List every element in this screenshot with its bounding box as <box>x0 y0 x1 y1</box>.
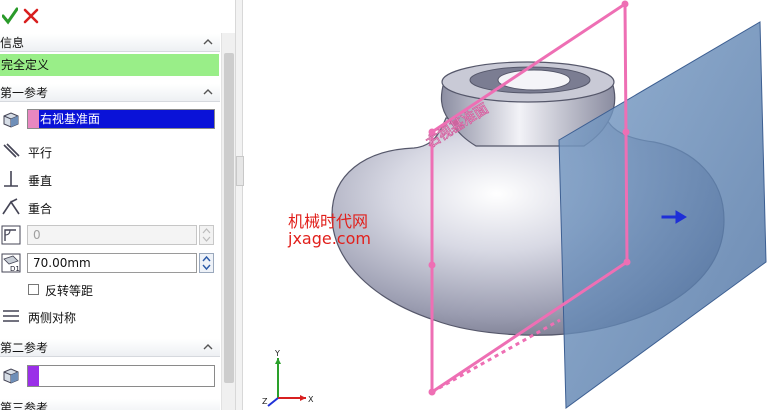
plane-handle <box>621 0 629 8</box>
offset-distance-icon[interactable]: D1 <box>1 253 21 273</box>
parallel-icon[interactable] <box>1 141 21 161</box>
ref3-section-title: 第三参考 <box>0 401 49 410</box>
plane-handle <box>623 258 631 266</box>
plane-handle <box>428 261 436 269</box>
plane-handle <box>428 388 436 396</box>
plane-cube-icon <box>3 112 19 128</box>
parallel-label: 平行 <box>28 146 53 160</box>
flip-offset-label: 反转等距 <box>45 284 94 298</box>
ref1-section-header[interactable]: 第一参考 <box>0 84 220 102</box>
axis-triad: Y X Z <box>262 349 314 407</box>
check-icon[interactable] <box>2 7 18 25</box>
angle-icon[interactable] <box>1 225 21 245</box>
symmetric-label: 两侧对称 <box>28 311 77 325</box>
scrollbar-thumb[interactable] <box>224 53 234 383</box>
coincident-icon[interactable] <box>1 197 21 217</box>
ref2-color-swatch <box>28 366 39 386</box>
ref2-selection-field[interactable] <box>27 365 215 387</box>
info-section-title: 信息 <box>0 36 25 50</box>
status-message: 完全定义 <box>0 54 219 76</box>
info-section-header[interactable]: 信息 <box>0 34 220 52</box>
watermark-line2: jxage.com <box>288 229 371 248</box>
ref3-section-header[interactable]: 第三参考 <box>0 399 220 410</box>
flip-offset-checkbox[interactable] <box>28 284 39 295</box>
ref1-selection-text: 右视基准面 <box>40 112 101 126</box>
angle-input[interactable]: 0 <box>27 225 197 245</box>
panel-splitter[interactable] <box>235 0 243 410</box>
property-manager: 信息 完全定义 第一参考 右视基准面 平行 垂直 重合 0 D1 70.00mm… <box>0 0 235 410</box>
axis-z-label: Z <box>262 397 268 406</box>
ref1-selection-field[interactable]: 右视基准面 <box>27 109 215 129</box>
angle-spinner[interactable] <box>199 225 214 245</box>
svg-text:D1: D1 <box>10 265 20 273</box>
ref1-color-swatch <box>28 110 39 128</box>
plane-cube-icon <box>3 368 19 384</box>
chevron-up-icon[interactable] <box>202 36 214 48</box>
chevron-up-icon[interactable] <box>202 341 214 353</box>
model-canvas: 右视基准面 Y X Z <box>262 0 767 409</box>
ref1-section-title: 第一参考 <box>0 86 49 100</box>
graphics-viewport[interactable]: 右视基准面 Y X Z 机械时代网 jxage.com <box>244 0 776 410</box>
distance-input[interactable]: 70.00mm <box>27 253 197 273</box>
axis-y-label: Y <box>274 349 280 358</box>
x-icon[interactable] <box>23 7 39 25</box>
confirm-toolbar <box>0 0 235 33</box>
coincident-label: 重合 <box>28 202 53 216</box>
axis-x-label: X <box>308 395 314 404</box>
ref2-section-title: 第二参考 <box>0 341 49 355</box>
ref2-section-header[interactable]: 第二参考 <box>0 339 220 357</box>
perpendicular-icon[interactable] <box>1 169 21 189</box>
perpendicular-label: 垂直 <box>28 174 53 188</box>
chevron-up-icon[interactable] <box>202 86 214 98</box>
splitter-handle[interactable] <box>236 156 244 186</box>
distance-spinner[interactable] <box>199 253 214 273</box>
symmetric-icon[interactable] <box>1 306 21 326</box>
plane-handle <box>622 128 630 136</box>
panel-scrollbar[interactable] <box>221 33 235 410</box>
